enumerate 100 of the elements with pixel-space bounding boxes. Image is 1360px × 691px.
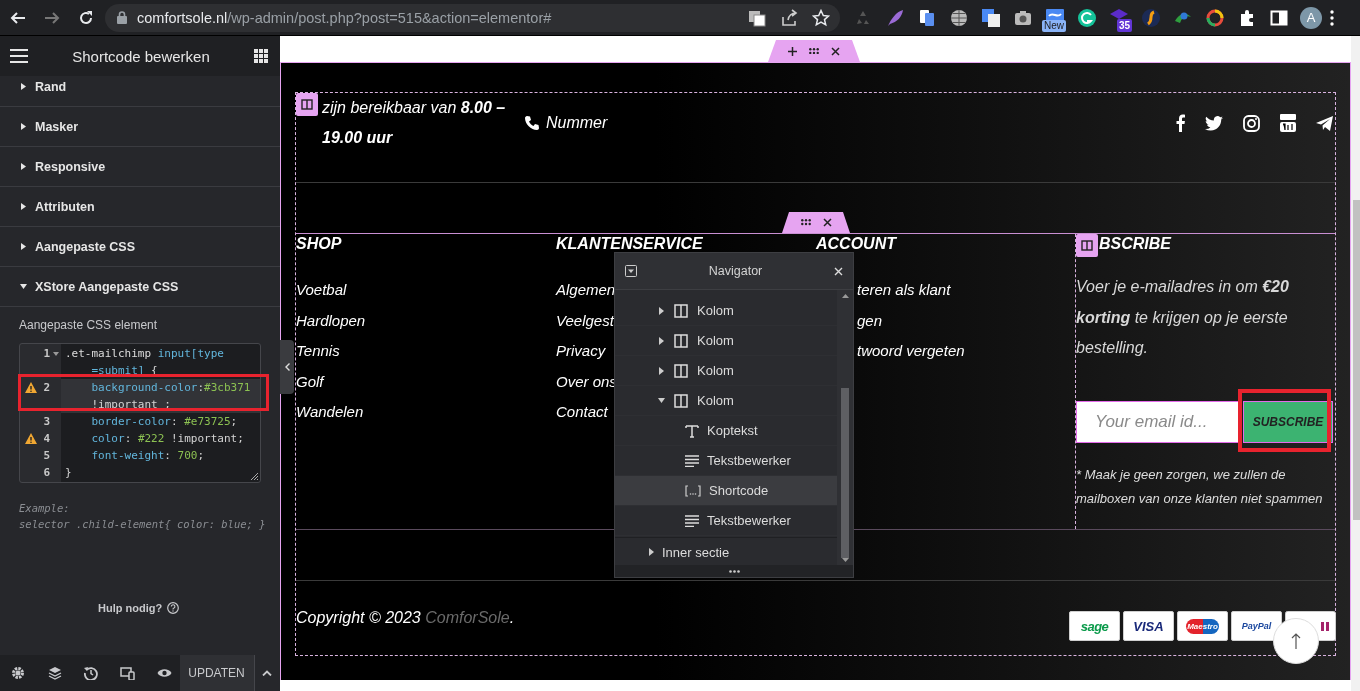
column-icon: [674, 363, 688, 378]
scroll-up-icon[interactable]: [841, 294, 849, 298]
translate-icon[interactable]: [982, 8, 1000, 27]
navigator-item[interactable]: Shortcode: [615, 476, 837, 506]
resize-handle-icon[interactable]: [728, 569, 740, 573]
ring-icon[interactable]: [1206, 8, 1224, 27]
code-line: border-color: #e73725;: [90, 414, 238, 430]
feather-icon[interactable]: [886, 8, 904, 27]
email-field[interactable]: Your email id...: [1076, 400, 1240, 443]
footer-link[interactable]: Contact: [556, 397, 608, 428]
navigator-item[interactable]: Kolom: [615, 386, 837, 416]
back-icon[interactable]: [10, 9, 26, 26]
help-link[interactable]: Hulp nodig?: [98, 602, 163, 614]
navigator-item[interactable]: Kolom: [615, 296, 837, 326]
share-icon[interactable]: [780, 8, 798, 27]
field-label: Aangepaste CSS element: [19, 318, 158, 332]
line-number: 5: [42, 448, 50, 464]
layers-icon[interactable]: [47, 666, 62, 680]
footer-link[interactable]: Wandelen: [296, 397, 364, 428]
column-handle-icon[interactable]: [296, 93, 318, 116]
brand-link[interactable]: ComforSole: [425, 609, 510, 626]
subscribe-text: Voer je e-mailadres in om €20 korting te krijgen op je eerste bestelling.: [1076, 277, 1290, 358]
url-text[interactable]: comfortsole.nl/wp-admin/post.php?post=515&action=elementor#: [137, 9, 552, 26]
drag-handle-icon[interactable]: [800, 219, 811, 226]
panel-toggle-button[interactable]: [280, 340, 294, 394]
responsive-icon[interactable]: [120, 666, 136, 680]
scrollbar[interactable]: [1351, 36, 1360, 691]
menu-icon[interactable]: [1330, 9, 1334, 26]
caret-right-icon[interactable]: [659, 336, 664, 345]
section-handle[interactable]: [782, 212, 850, 233]
column-heading: KLANTENSERVICE: [556, 234, 703, 254]
settings-icon[interactable]: [11, 666, 26, 680]
footer-link[interactable]: Voetbal: [296, 275, 347, 306]
caret-right-icon[interactable]: [659, 306, 664, 315]
drag-handle-icon[interactable]: [809, 47, 819, 55]
news-icon[interactable]: [1046, 8, 1064, 21]
caret-down-icon[interactable]: [658, 398, 665, 403]
footer-link[interactable]: Privacy: [556, 336, 606, 367]
resize-grip-icon[interactable]: [251, 473, 258, 480]
help-icon[interactable]: [167, 602, 180, 614]
twitter-icon[interactable]: [1205, 115, 1223, 131]
copy-icon[interactable]: [918, 8, 936, 27]
payment-logo: VISA: [1123, 611, 1174, 641]
grammar-check-icon[interactable]: [1078, 8, 1096, 27]
line-number: 3: [42, 414, 50, 430]
column-heading: BSCRIBE: [1099, 234, 1171, 254]
footer-link[interactable]: twoord vergeten: [857, 336, 965, 367]
close-icon[interactable]: [822, 218, 832, 227]
caret-up-icon: [262, 670, 272, 676]
caret-right-icon[interactable]: [649, 548, 654, 556]
paper-plane-icon[interactable]: [1316, 115, 1333, 131]
apps-grid-icon[interactable]: [254, 49, 268, 63]
camera-icon[interactable]: [1014, 8, 1032, 27]
opening-hours-text: zijn bereikbaar van 8.00 – 19.00 uur: [322, 98, 507, 148]
update-button[interactable]: UPDATEN: [179, 655, 254, 691]
add-icon[interactable]: [788, 46, 797, 56]
instagram-icon[interactable]: [1243, 114, 1260, 132]
eye-icon[interactable]: [156, 668, 172, 678]
caret-right-icon[interactable]: [659, 366, 664, 375]
close-icon[interactable]: [831, 46, 840, 56]
history-icon[interactable]: [84, 666, 99, 680]
subscribe-button[interactable]: SUBSCRIBE: [1243, 400, 1333, 443]
navigator-item[interactable]: Koptekst: [615, 416, 837, 446]
copyright-text: Copyright © 2023 ComforSole.: [296, 609, 515, 627]
phone-text: Nummer: [546, 114, 608, 132]
orb-icon[interactable]: [1142, 8, 1160, 27]
facebook-icon[interactable]: [1175, 114, 1185, 132]
footer-link[interactable]: Golf: [296, 366, 324, 397]
example-text: Example:: [19, 501, 70, 516]
section-handle[interactable]: [768, 40, 860, 62]
footer-link[interactable]: Hardlopen: [296, 305, 366, 336]
extensions-icon[interactable]: [1238, 8, 1256, 27]
panel-title: Shortcode bewerken: [72, 47, 210, 65]
line-number: 2: [42, 380, 50, 396]
payment-logo: sage: [1069, 611, 1120, 641]
globe-icon[interactable]: [950, 8, 968, 27]
column-handle-icon[interactable]: [1076, 234, 1098, 257]
forward-icon[interactable]: [44, 9, 60, 26]
footer-link[interactable]: Algemen: [556, 275, 616, 306]
video-icon[interactable]: [1280, 114, 1296, 132]
navigator-item[interactable]: Kolom: [615, 356, 837, 386]
star-icon[interactable]: [812, 8, 830, 27]
scrollbar-thumb[interactable]: [1353, 200, 1360, 520]
collapse-icon[interactable]: [625, 265, 637, 277]
sidebar-icon[interactable]: [1270, 8, 1288, 27]
address-bar[interactable]: comfortsole.nl/wp-admin/post.php?post=515&action=elementor#: [105, 3, 840, 32]
footer-link[interactable]: Tennis: [296, 336, 340, 367]
navigator-item[interactable]: Kolom: [615, 326, 837, 356]
line-number: 1: [42, 346, 50, 362]
footer-link[interactable]: gen: [857, 305, 883, 336]
footer-link[interactable]: Veelgest: [556, 305, 614, 336]
fold-icon[interactable]: [52, 351, 59, 356]
footer-link[interactable]: teren als klant: [857, 275, 951, 306]
menu-icon[interactable]: [10, 49, 28, 63]
translate-icon[interactable]: [748, 8, 766, 27]
column-icon: [674, 303, 688, 318]
scroll-top-button[interactable]: [1273, 618, 1319, 664]
navigator-item[interactable]: Tekstbewerker: [615, 506, 837, 536]
reload-icon[interactable]: [78, 9, 94, 26]
scrollbar-thumb[interactable]: [841, 388, 849, 558]
